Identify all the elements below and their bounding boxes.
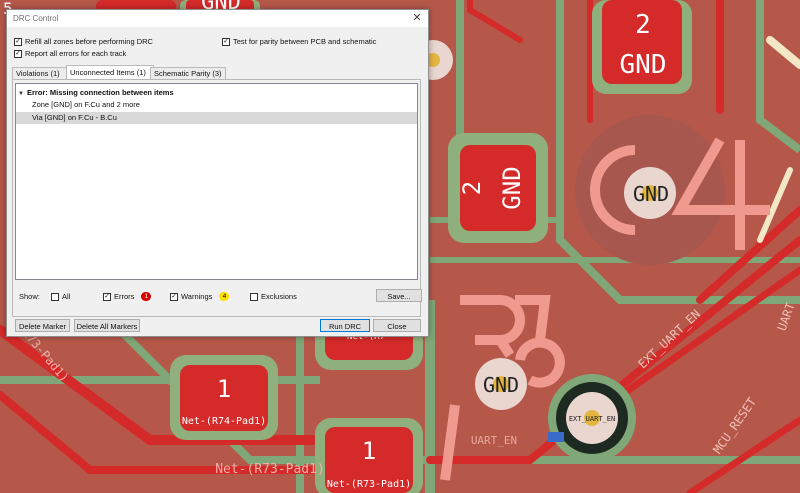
trace-r73-net-label: Net-(R73-Pad1) bbox=[215, 462, 325, 477]
show-exclusions-checkbox[interactable]: Exclusions bbox=[250, 292, 297, 301]
checkbox-unchecked-icon[interactable] bbox=[250, 292, 258, 301]
tab-schematic-parity[interactable]: Schematic Parity (3) bbox=[150, 67, 226, 79]
list-group-header[interactable]: ▼ Error: Missing connection between items bbox=[18, 87, 417, 99]
tab-unconnected-items[interactable]: Unconnected Items (1) bbox=[66, 65, 154, 80]
pad-gnd-top-number: 2 bbox=[635, 10, 651, 40]
delete-all-markers-button[interactable]: Delete All Markers bbox=[74, 319, 140, 332]
pad-gnd-mid-number: 2 bbox=[458, 181, 486, 195]
show-label: Show: bbox=[19, 292, 40, 301]
test-parity-checkbox[interactable]: ✓ Test for parity between PCB and schema… bbox=[222, 37, 376, 46]
pad-r73-number: 1 bbox=[362, 437, 376, 465]
delete-marker-button[interactable]: Delete Marker bbox=[15, 319, 70, 332]
unconnected-items-list[interactable]: ▼ Error: Missing connection between items… bbox=[15, 83, 418, 280]
group-header-text: Error: Missing connection between items bbox=[26, 88, 174, 97]
pad-r74-number: 1 bbox=[217, 375, 231, 403]
run-drc-button[interactable]: Run DRC bbox=[320, 319, 370, 332]
refill-zones-checkbox[interactable]: ✓ Refill all zones before performing DRC bbox=[14, 37, 153, 46]
show-warnings-checkbox[interactable]: ✓ Warnings 4 bbox=[170, 292, 230, 301]
show-errors-label: Errors bbox=[114, 292, 135, 301]
show-all-label: All bbox=[62, 292, 71, 301]
pad-r73-net: Net-(R73-Pad1) bbox=[327, 479, 411, 490]
dialog-titlebar[interactable]: DRC Control ✕ bbox=[7, 10, 428, 27]
tab-panel: ▼ Error: Missing connection between items… bbox=[12, 79, 422, 317]
pad-r74-net: Net-(R74-Pad1) bbox=[182, 416, 266, 427]
pad-gnd-mid-net: GND bbox=[498, 166, 526, 209]
dialog-title: DRC Control bbox=[13, 14, 59, 23]
via-ext-uart-en-label: EXT_UART_EN bbox=[569, 415, 615, 423]
show-errors-checkbox[interactable]: ✓ Errors 1 bbox=[103, 292, 152, 301]
list-item-selected[interactable]: Via [GND] on F.Cu - B.Cu bbox=[16, 112, 417, 124]
trace-uart-en-label: UART_EN bbox=[471, 434, 517, 447]
test-parity-label: Test for parity between PCB and schemati… bbox=[233, 37, 377, 46]
errors-count-badge: 1 bbox=[141, 292, 152, 301]
close-icon[interactable]: ✕ bbox=[410, 11, 424, 25]
show-exclusions-label: Exclusions bbox=[261, 292, 297, 301]
report-all-errors-checkbox[interactable]: ✓ Report all errors for each track bbox=[14, 49, 126, 58]
refill-zones-label: Refill all zones before performing DRC bbox=[25, 37, 153, 46]
close-button[interactable]: Close bbox=[373, 319, 421, 332]
pad-gnd-top-net: GND bbox=[620, 50, 667, 80]
save-button[interactable]: Save... bbox=[376, 289, 422, 302]
via-gnd-c4-label: GND bbox=[633, 182, 669, 206]
checkbox-checked-icon[interactable]: ✓ bbox=[170, 292, 178, 301]
checkbox-checked-icon[interactable]: ✓ bbox=[14, 49, 22, 58]
checkbox-checked-icon[interactable]: ✓ bbox=[103, 292, 111, 301]
show-warnings-label: Warnings bbox=[181, 292, 213, 301]
via-gnd-r73-label: GND bbox=[483, 373, 519, 397]
drc-control-dialog: DRC Control ✕ ✓ Refill all zones before … bbox=[6, 9, 429, 337]
tab-violations[interactable]: Violations (1) bbox=[12, 67, 74, 79]
checkbox-unchecked-icon[interactable] bbox=[51, 292, 59, 301]
list-item[interactable]: Zone [GND] on F.Cu and 2 more bbox=[16, 99, 417, 111]
warnings-count-badge: 4 bbox=[219, 292, 230, 301]
checkbox-checked-icon[interactable]: ✓ bbox=[222, 37, 230, 46]
report-all-errors-label: Report all errors for each track bbox=[25, 49, 127, 58]
checkbox-checked-icon[interactable]: ✓ bbox=[14, 37, 22, 46]
show-all-checkbox[interactable]: All bbox=[51, 292, 70, 301]
show-filter-row: Show: All ✓ Errors 1 ✓ Warnings 4 Exclus… bbox=[16, 289, 422, 303]
